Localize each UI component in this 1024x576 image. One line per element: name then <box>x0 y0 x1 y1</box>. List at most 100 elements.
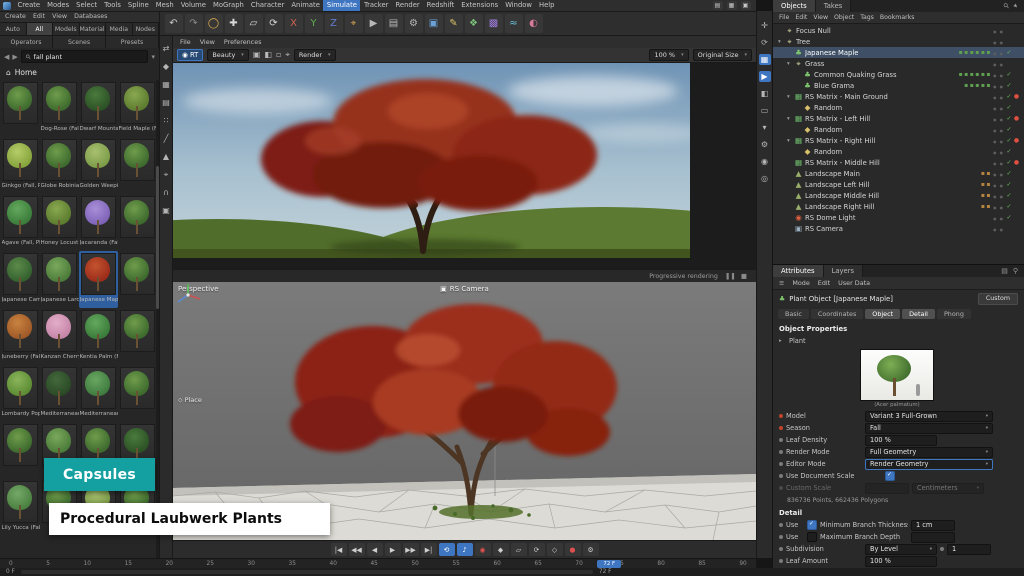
material-tag-chips[interactable]: ▪▪ <box>981 192 992 199</box>
asset-library-tab[interactable]: Scenes <box>53 36 106 48</box>
plant-asset-item[interactable]: Mediterranean Dwarf... <box>79 365 118 422</box>
object-name[interactable]: Grass <box>805 60 824 68</box>
prev-frame-button[interactable]: ◀ <box>367 543 383 556</box>
record-rotation-button[interactable]: ⟳ <box>529 543 545 556</box>
object-manager-menu-item[interactable]: Tags <box>860 14 874 21</box>
range-start-field[interactable]: 0 F <box>0 568 21 576</box>
keyframe-dot[interactable] <box>779 438 783 442</box>
attribute-mode-item[interactable]: User Data <box>838 279 870 287</box>
object-name[interactable]: Random <box>814 104 842 112</box>
plant-asset-item[interactable]: Lombardy Poplar (Fall... <box>1 365 40 422</box>
dock-icon[interactable]: ▤ <box>1001 267 1008 275</box>
menu-item[interactable]: Animate <box>288 0 323 11</box>
axis-gizmo[interactable] <box>173 282 203 308</box>
expand-arrow-icon[interactable]: ▾ <box>787 138 794 144</box>
display-mode-icon[interactable]: ◧ <box>759 88 771 99</box>
plant-asset-item[interactable]: Golden Weeping Willo... <box>79 137 118 194</box>
object-row[interactable]: ◆ Random ✓ <box>773 124 1024 135</box>
object-manager-tab[interactable]: Takes <box>816 0 852 12</box>
menu-item[interactable]: Help <box>536 0 559 11</box>
expand-arrow-icon[interactable]: ▾ <box>787 94 794 100</box>
capture-icon[interactable]: ◉ <box>759 156 771 167</box>
plant-asset-item[interactable] <box>118 308 157 365</box>
plant-asset-item[interactable]: Field Maple (Fall, Plant) <box>118 80 157 137</box>
object-name[interactable]: RS Matrix - Left Hill <box>805 115 870 123</box>
attribute-section-tab[interactable]: Phong <box>937 309 971 319</box>
redo-icon[interactable]: ↷ <box>185 14 203 33</box>
keyframe-dot[interactable] <box>779 535 783 539</box>
leaf-density-field[interactable]: 100 % <box>865 435 937 446</box>
object-row[interactable]: ▣ RS Camera <box>773 223 1024 234</box>
asset-library-tab[interactable]: Presets <box>106 36 159 48</box>
hamburger-icon[interactable]: ≡ <box>779 279 784 287</box>
visibility-dots[interactable] <box>992 114 1005 123</box>
attribute-mode-item[interactable]: Edit <box>818 279 830 287</box>
attribute-section-tab[interactable]: Object <box>865 309 900 319</box>
preview-range-track[interactable] <box>21 570 593 574</box>
object-row[interactable]: ▲ Landscape Right Hill ▪▪ ✓ <box>773 201 1024 212</box>
object-name[interactable]: Common Quaking Grass <box>814 71 897 79</box>
visibility-dots[interactable] <box>992 147 1005 156</box>
plant-asset-item[interactable]: Kentia Palm (Fall, Pla... <box>79 308 118 365</box>
autokey-button[interactable]: ● <box>565 543 581 556</box>
pixel-probe-icon[interactable]: ⌖ <box>285 50 290 60</box>
object-manager-tab[interactable]: Objects <box>773 0 816 12</box>
viewport-filter-icon[interactable]: ▾ <box>759 122 771 133</box>
visibility-dots[interactable] <box>992 213 1005 222</box>
plant-asset-item[interactable]: Japanese Camellia (Fa... <box>1 251 40 308</box>
visibility-dots[interactable] <box>992 158 1005 167</box>
object-name[interactable]: Landscape Left Hill <box>805 181 869 189</box>
object-name[interactable]: Landscape Right Hill <box>805 203 875 211</box>
asset-browser-tab[interactable]: Nodes <box>133 23 160 35</box>
keyframe-dot[interactable] <box>940 547 944 551</box>
model-dropdown[interactable]: Variant 3 Full-Grown <box>865 411 993 422</box>
enable-axis-icon[interactable]: ⌖ <box>160 169 172 180</box>
spline-pen-icon[interactable]: ✎ <box>445 14 463 33</box>
stop-icon[interactable]: ■ <box>741 272 747 280</box>
attribute-manager-tab[interactable]: Attributes <box>773 265 824 277</box>
points-mode-icon[interactable]: ∷ <box>160 115 172 126</box>
asset-scrollbar[interactable] <box>156 80 159 558</box>
nav-forward-icon[interactable]: ▶ <box>12 53 17 61</box>
visibility-dots[interactable] <box>992 125 1005 134</box>
viewport-camera-label[interactable]: ▣ RS Camera <box>440 285 489 293</box>
asset-browser-tab[interactable]: Media <box>106 23 133 35</box>
editor-mode-dropdown[interactable]: Render Geometry <box>865 459 993 470</box>
asset-browser-tab[interactable]: Auto <box>0 23 27 35</box>
object-name[interactable]: RS Matrix - Main Ground <box>805 93 888 101</box>
enable-check-icon[interactable]: ✓ <box>1005 137 1013 144</box>
attribute-manager-tab[interactable]: Layers <box>824 265 864 277</box>
visibility-dots[interactable] <box>992 92 1005 101</box>
object-row[interactable]: ▾ ▦ RS Matrix - Main Ground ✓ ● <box>773 91 1024 102</box>
plant-asset-item[interactable] <box>1 80 40 137</box>
plant-asset-item[interactable] <box>118 251 157 308</box>
object-name[interactable]: RS Matrix - Middle Hill <box>805 159 880 167</box>
object-row[interactable]: ▲ Landscape Main ▪▪ ✓ <box>773 168 1024 179</box>
visibility-dots[interactable] <box>992 59 1005 68</box>
lock-workplane-icon[interactable]: ▣ <box>160 205 172 216</box>
object-row[interactable]: ♣ Blue Grama ▪▪▪▪▪ ✓ <box>773 80 1024 91</box>
asset-menu-item[interactable]: View <box>52 13 67 20</box>
menu-item[interactable]: Modes <box>44 0 73 11</box>
object-name[interactable]: Landscape Middle Hill <box>805 192 879 200</box>
plant-asset-item[interactable] <box>118 365 157 422</box>
material-tag-chips[interactable]: ▪▪ <box>981 170 992 177</box>
object-name[interactable]: RS Matrix - Right Hill <box>805 137 875 145</box>
min-branch-field[interactable]: 1 cm <box>911 520 955 531</box>
keyframe-dot[interactable] <box>779 426 783 430</box>
asset-browser-tab[interactable]: Materials <box>80 23 107 35</box>
visibility-dots[interactable] <box>992 202 1005 211</box>
record-parameter-button[interactable]: ◇ <box>547 543 563 556</box>
menu-item[interactable]: Window <box>502 0 536 11</box>
plant-asset-item[interactable]: Juneberry (Fall, Plant) <box>1 308 40 365</box>
sound-toggle-button[interactable]: ♪ <box>457 543 473 556</box>
primitive-cube-icon[interactable]: ▣ <box>425 14 443 33</box>
enable-check-icon[interactable]: ✓ <box>1005 82 1013 89</box>
renderview-menu-item[interactable]: Preferences <box>224 38 262 46</box>
leaf-amount-field[interactable]: 100 % <box>865 556 937 567</box>
plant-asset-item[interactable] <box>1 422 40 479</box>
y-axis-toggle[interactable]: Y <box>305 14 323 33</box>
visibility-dots[interactable] <box>992 70 1005 79</box>
keyframe-dot[interactable] <box>779 474 783 478</box>
goto-end-button[interactable]: ▶| <box>421 543 437 556</box>
